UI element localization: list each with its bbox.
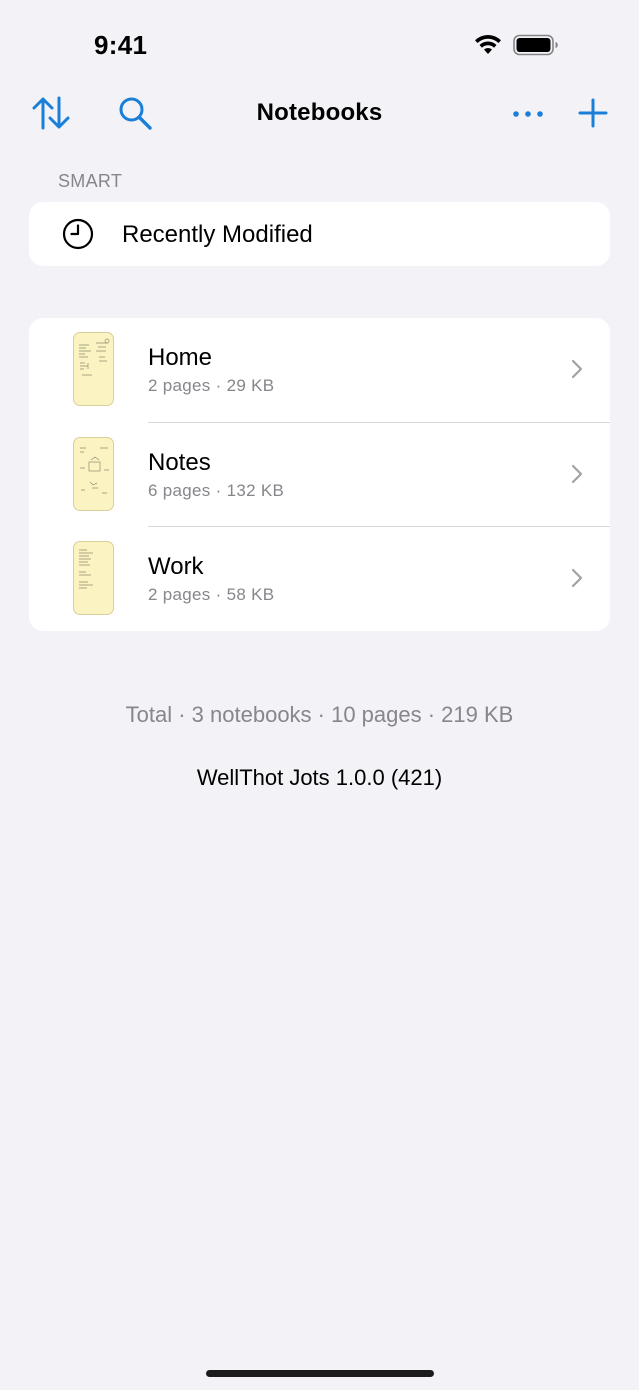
notebook-subtitle: 2 pages · 58 KB <box>148 585 275 604</box>
chevron-right-icon <box>570 358 584 380</box>
app-version: WellThot Jots 1.0.0 (421) <box>196 765 443 790</box>
navigation-bar: Notebooks <box>0 88 639 142</box>
notebook-title: Work <box>148 553 204 580</box>
notebook-row-work[interactable]: Work 2 pages · 58 KB <box>29 527 610 631</box>
notebook-thumbnail <box>73 541 114 615</box>
notebook-thumbnail <box>73 332 114 406</box>
chevron-right-icon <box>570 567 584 589</box>
notebook-row-notes[interactable]: Notes 6 pages · 132 KB <box>29 423 610 527</box>
smart-item-label: Recently Modified <box>122 221 313 248</box>
notebook-subtitle: 2 pages · 29 KB <box>148 376 275 395</box>
battery-icon <box>513 34 559 61</box>
notebooks-list: Home 2 pages · 29 KB Notes 6 pages · 132… <box>29 318 610 631</box>
smart-list: Recently Modified <box>29 202 610 266</box>
more-button[interactable] <box>508 96 548 134</box>
smart-item-recently-modified[interactable]: Recently Modified <box>29 202 610 266</box>
add-notebook-button[interactable] <box>574 96 612 134</box>
wifi-icon <box>473 34 503 61</box>
notebook-thumbnail <box>73 437 114 511</box>
more-icon <box>512 106 544 124</box>
notebook-title: Notes <box>148 449 211 476</box>
status-time: 9:41 <box>94 30 148 60</box>
notebook-row-home[interactable]: Home 2 pages · 29 KB <box>29 318 610 422</box>
status-bar: 9:41 <box>0 0 639 90</box>
chevron-right-icon <box>570 463 584 485</box>
storage-summary: Total · 3 notebooks · 10 pages · 219 KB <box>125 702 514 727</box>
status-icons <box>473 34 559 61</box>
clock-icon <box>62 218 94 250</box>
home-indicator[interactable] <box>206 1370 434 1377</box>
section-header-smart: SMART <box>58 171 123 191</box>
notebook-title: Home <box>148 344 213 371</box>
plus-icon <box>578 98 608 133</box>
notebook-subtitle: 6 pages · 132 KB <box>148 481 285 500</box>
